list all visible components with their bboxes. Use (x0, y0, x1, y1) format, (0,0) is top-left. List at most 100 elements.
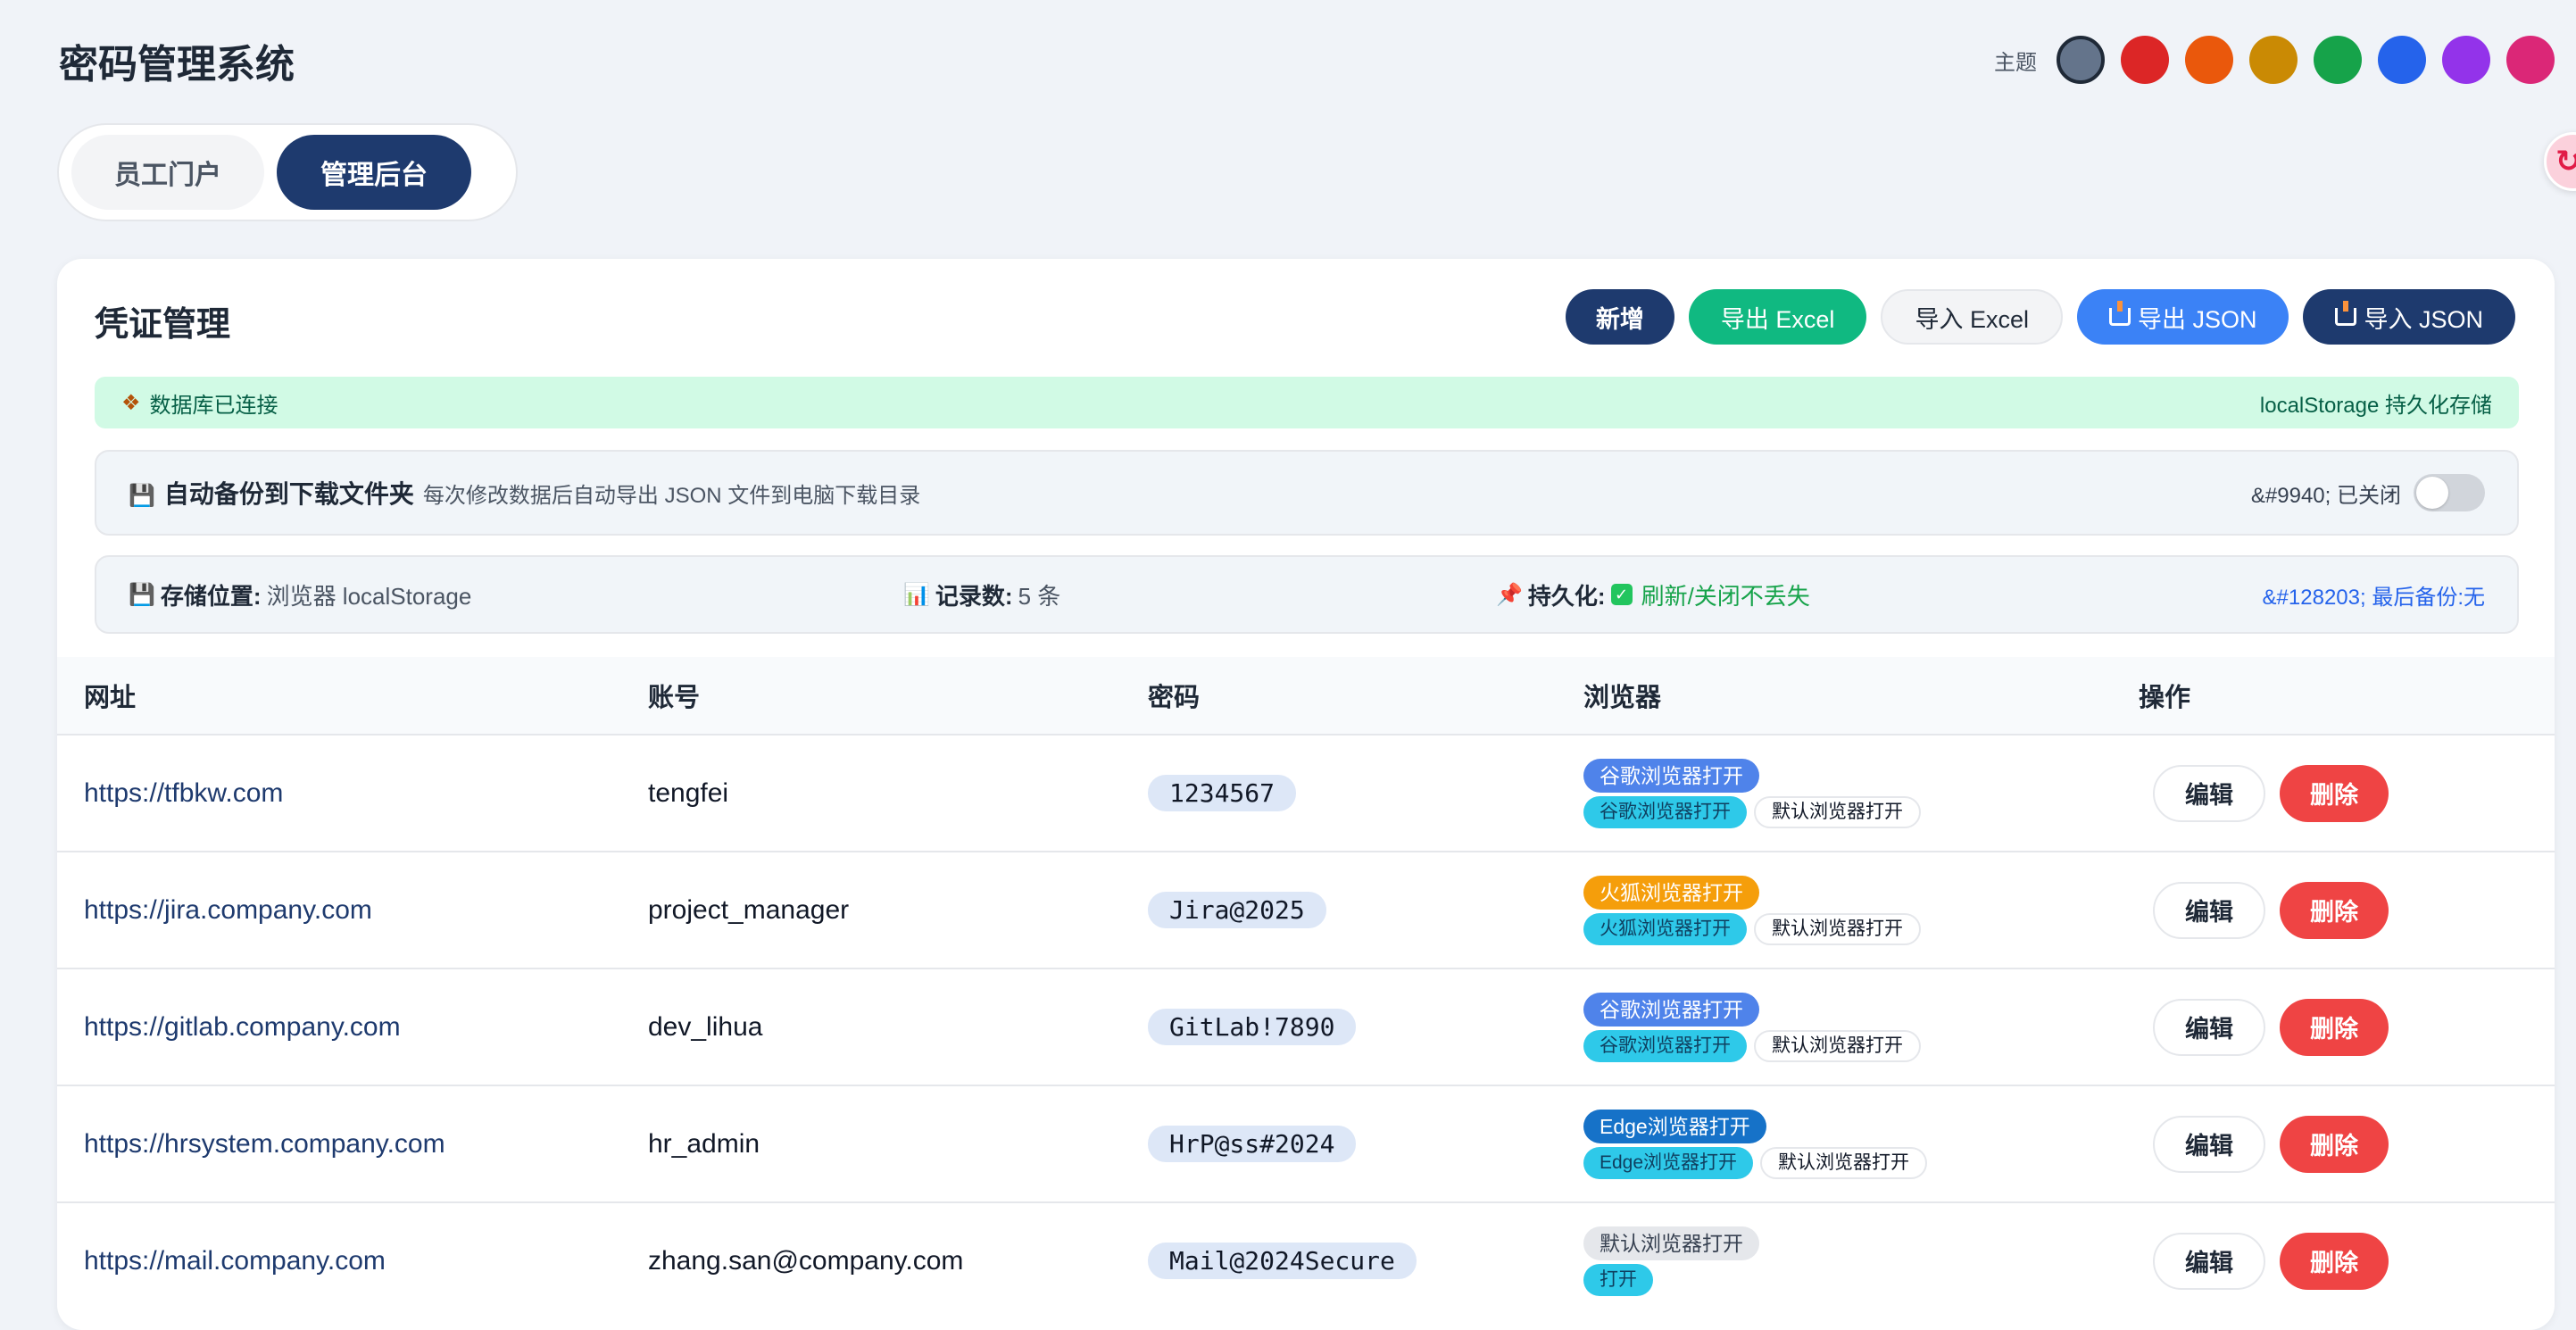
pushpin-icon: 📌 (1496, 582, 1523, 607)
site-url-link[interactable]: https://gitlab.company.com (84, 1012, 401, 1042)
inbox-tray-icon (2108, 301, 2131, 326)
column-header-password: 密码 (1148, 657, 1583, 736)
account-name: project_manager (648, 894, 850, 925)
theme-swatch-blue[interactable] (2378, 36, 2426, 84)
record-count-value: 5 条 (1018, 582, 1061, 610)
theme-swatch-amber[interactable] (2249, 36, 2298, 84)
toolbar: 新增 导出 Excel 导入 Excel 导出 JSON 导入 JSON (1565, 289, 2515, 345)
delete-button[interactable]: 删除 (2280, 1115, 2389, 1173)
admin-console-tab[interactable]: 管理后台 (277, 135, 471, 210)
site-url-link[interactable]: https://jira.company.com (84, 895, 372, 925)
open-in-browser-button[interactable]: 火狐浏览器打开 (1583, 912, 1747, 945)
table-header-row: 网址 账号 密码 浏览器 操作 (57, 657, 2555, 736)
edit-button[interactable]: 编辑 (2153, 1115, 2265, 1173)
theme-swatch-pink[interactable] (2506, 36, 2555, 84)
card-title: 凭证管理 (95, 306, 231, 344)
card-header: 凭证管理 新增 导出 Excel 导入 Excel 导出 JSON 导入 JSO… (57, 259, 2555, 375)
export-excel-label: 导出 Excel (1720, 305, 1835, 333)
browser-tag: 谷歌浏览器打开 (1583, 992, 1759, 1027)
site-url-link[interactable]: https://tfbkw.com (84, 778, 283, 808)
delete-button[interactable]: 删除 (2280, 764, 2389, 822)
open-default-browser-button[interactable]: 默认浏览器打开 (1754, 795, 1921, 828)
table-row: https://jira.company.com project_manager… (57, 852, 2555, 969)
storage-location-info: 💾 存储位置: 浏览器 localStorage (129, 557, 471, 632)
edit-button[interactable]: 编辑 (2153, 998, 2265, 1056)
floppy-disk-icon: 💾 (129, 484, 155, 508)
auto-backup-description: 每次修改数据后自动导出 JSON 文件到电脑下载目录 (422, 484, 921, 508)
database-status-text: 数据库已连接 (149, 393, 278, 418)
password-value[interactable]: Jira@2025 (1148, 892, 1326, 928)
password-value[interactable]: 1234567 (1148, 775, 1297, 811)
import-json-button[interactable]: 导入 JSON (2303, 289, 2515, 345)
account-name: zhang.san@company.com (648, 1245, 964, 1276)
add-button-label: 新增 (1595, 305, 1644, 333)
import-excel-button[interactable]: 导入 Excel (1881, 289, 2063, 345)
column-header-account: 账号 (648, 657, 1148, 736)
employee-portal-tab[interactable]: 员工门户 (71, 135, 264, 210)
table-row: https://gitlab.company.com dev_lihua Git… (57, 968, 2555, 1086)
theme-swatch-slate[interactable] (2057, 36, 2105, 84)
theme-swatch-red[interactable] (2121, 36, 2169, 84)
browser-tag: 谷歌浏览器打开 (1583, 758, 1759, 793)
inbox-tray-icon (2335, 301, 2357, 326)
database-status-banner: ❖ 数据库已连接 localStorage 持久化存储 (95, 377, 2519, 428)
auto-backup-status: &#9940; 已关闭 (2250, 483, 2401, 508)
delete-button[interactable]: 删除 (2280, 998, 2389, 1056)
browser-tag: 火狐浏览器打开 (1583, 875, 1759, 910)
delete-button[interactable]: 删除 (2280, 881, 2389, 939)
column-header-browser: 浏览器 (1583, 657, 2139, 736)
app-title: 密码管理系统 (59, 43, 295, 87)
storage-mode-text: localStorage 持久化存储 (2259, 393, 2492, 418)
open-in-browser-button[interactable]: 打开 (1583, 1263, 1653, 1296)
delete-button[interactable]: 删除 (2280, 1232, 2389, 1290)
credentials-table: 网址 账号 密码 浏览器 操作 https://tfbkw.com tengfe… (57, 657, 2555, 1318)
open-default-browser-button[interactable]: 默认浏览器打开 (1754, 1029, 1921, 1062)
theme-swatch-orange[interactable] (2185, 36, 2233, 84)
auto-backup-title: 自动备份到下载文件夹 (163, 480, 414, 508)
edit-button[interactable]: 编辑 (2153, 764, 2265, 822)
database-icon: ❖ (121, 390, 141, 415)
auto-backup-toggle[interactable] (2414, 474, 2485, 511)
open-default-browser-button[interactable]: 默认浏览器打开 (1754, 912, 1921, 945)
record-count-label: 记录数: (935, 582, 1013, 610)
persistence-info: 📌 持久化: ✓ 刷新/关闭不丢失 (1496, 557, 1810, 632)
persistence-value: 刷新/关闭不丢失 (1641, 582, 1810, 610)
password-value[interactable]: Mail@2024Secure (1148, 1243, 1417, 1279)
account-name: dev_lihua (648, 1011, 763, 1042)
storage-info-panel: 💾 存储位置: 浏览器 localStorage 📊 记录数: 5 条 📌 持久… (95, 555, 2519, 634)
theme-picker: 主题 (1994, 36, 2555, 84)
floating-refresh-icon[interactable]: ↻ (2544, 132, 2576, 191)
table-row: https://tfbkw.com tengfei 1234567 谷歌浏览器打… (57, 735, 2555, 852)
column-header-url: 网址 (57, 657, 648, 736)
mode-switch: 员工门户 管理后台 (57, 123, 518, 221)
browser-tag: 默认浏览器打开 (1583, 1226, 1759, 1260)
edit-button[interactable]: 编辑 (2153, 1232, 2265, 1290)
password-value[interactable]: GitLab!7890 (1148, 1009, 1357, 1045)
export-json-button[interactable]: 导出 JSON (2076, 289, 2289, 345)
theme-label: 主题 (1994, 50, 2037, 75)
bar-chart-icon: 📊 (903, 582, 930, 607)
open-default-browser-button[interactable]: 默认浏览器打开 (1760, 1146, 1928, 1179)
export-excel-button[interactable]: 导出 Excel (1688, 289, 1867, 345)
password-value[interactable]: HrP@ss#2024 (1148, 1126, 1357, 1162)
add-button[interactable]: 新增 (1565, 289, 1674, 345)
theme-swatch-purple[interactable] (2442, 36, 2490, 84)
site-url-link[interactable]: https://hrsystem.company.com (84, 1129, 445, 1159)
floppy-disk-icon: 💾 (129, 582, 155, 607)
open-in-browser-button[interactable]: 谷歌浏览器打开 (1583, 795, 1747, 828)
account-name: hr_admin (648, 1128, 760, 1159)
open-in-browser-button[interactable]: Edge浏览器打开 (1583, 1146, 1754, 1179)
open-in-browser-button[interactable]: 谷歌浏览器打开 (1583, 1029, 1747, 1062)
credentials-card: 凭证管理 新增 导出 Excel 导入 Excel 导出 JSON 导入 JSO… (57, 259, 2555, 1330)
edit-button[interactable]: 编辑 (2153, 881, 2265, 939)
site-url-link[interactable]: https://mail.company.com (84, 1246, 386, 1276)
storage-location-value: 浏览器 localStorage (266, 582, 472, 610)
theme-swatch-green[interactable] (2314, 36, 2362, 84)
export-json-label: 导出 JSON (2137, 305, 2257, 333)
last-backup-text: &#128203; 最后备份:无 (2262, 585, 2485, 610)
import-json-label: 导入 JSON (2364, 305, 2483, 333)
column-header-actions: 操作 (2139, 657, 2555, 736)
auto-backup-panel: 💾 自动备份到下载文件夹 每次修改数据后自动导出 JSON 文件到电脑下载目录 … (95, 450, 2519, 536)
toggle-knob (2416, 477, 2448, 509)
table-row: https://hrsystem.company.com hr_admin Hr… (57, 1085, 2555, 1203)
